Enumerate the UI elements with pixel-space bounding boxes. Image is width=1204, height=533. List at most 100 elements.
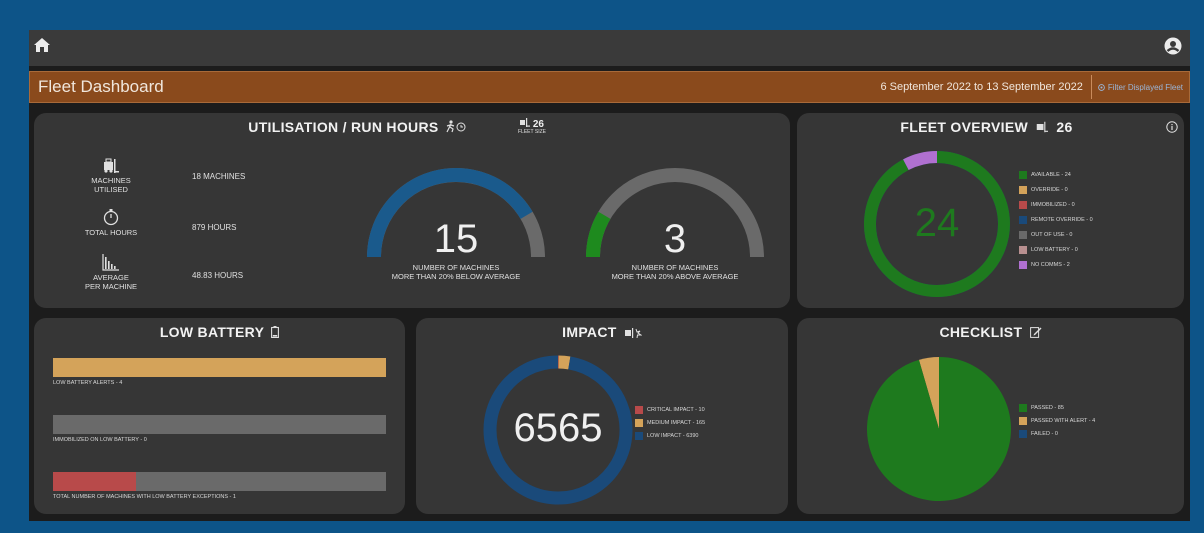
filter-icon — [1098, 83, 1105, 91]
user-account-icon[interactable] — [1164, 37, 1182, 60]
fleet-overview-legend-swatch — [1019, 201, 1027, 209]
fleet-overview-legend-label: IMMOBILIZED - 0 — [1031, 202, 1075, 208]
above-average-gauge-fill — [586, 211, 611, 258]
checklist-title: CHECKLIST — [797, 324, 1184, 340]
fleet-overview-legend-swatch — [1019, 186, 1027, 194]
impact-total: 6565 — [513, 406, 603, 450]
checklist-legend-item: PASSED WITH ALERT - 4 — [1019, 417, 1095, 425]
checklist-legend-swatch — [1019, 417, 1027, 425]
filter-fleet-label: Filter Displayed Fleet — [1107, 82, 1183, 92]
fleet-overview-title: FLEET OVERVIEW 26 — [789, 119, 1184, 135]
low-battery-alerts-fill — [53, 358, 386, 377]
info-icon[interactable] — [1166, 120, 1178, 138]
battery-icon — [271, 326, 280, 339]
checklist-legend-label: FAILED - 0 — [1031, 431, 1058, 437]
fleet-overview-legend-item: LOW BATTERY - 0 — [1019, 246, 1078, 254]
utilisation-panel: UTILISATION / RUN HOURS 26 FLEET SIZE MA… — [34, 113, 790, 308]
impact-icon — [624, 328, 643, 339]
filter-fleet-button[interactable]: Filter Displayed Fleet — [1098, 83, 1183, 92]
forklift-icon — [1036, 121, 1049, 133]
forklift-icon — [104, 158, 119, 173]
fleet-overview-legend-label: OVERRIDE - 0 — [1031, 187, 1068, 193]
fleet-overview-legend-swatch — [1019, 246, 1027, 254]
impact-legend-label: MEDIUM IMPACT - 165 — [647, 420, 706, 426]
above-average-caption-1: NUMBER OF MACHINES — [631, 263, 719, 272]
low-battery-exceptions-bar — [53, 472, 386, 491]
fleet-overview-legend-item: AVAILABLE - 24 — [1019, 171, 1071, 179]
impact-legend-item: LOW IMPACT - 6390 — [635, 432, 698, 440]
above-average-caption-2: MORE THAN 20% ABOVE AVERAGE — [611, 272, 739, 281]
total-hours-value: 879 HOURS — [192, 223, 237, 232]
fleet-size-label: FLEET SIZE — [518, 129, 546, 135]
forklift-icon — [520, 118, 531, 127]
page-title: Fleet Dashboard — [38, 77, 164, 96]
utilisation-title: UTILISATION / RUN HOURS — [0, 119, 790, 135]
fleet-overview-legend-item: IMMOBILIZED - 0 — [1019, 201, 1075, 209]
checklist-legend-item: PASSED - 85 — [1019, 404, 1064, 412]
fleet-overview-legend-item: NO COMMS - 2 — [1019, 261, 1070, 269]
page-title-bar: Fleet Dashboard 6 September 2022 to 13 S… — [29, 71, 1190, 103]
impact-legend-label: CRITICAL IMPACT - 10 — [647, 407, 705, 413]
immobilized-low-battery-label: IMMOBILIZED ON LOW BATTERY - 0 — [53, 437, 147, 443]
impact-legend-item: MEDIUM IMPACT - 165 — [635, 419, 705, 427]
average-value: 48.83 HOURS — [192, 271, 244, 280]
average-label-2: PER MACHINE — [84, 282, 138, 291]
utilisation-title-text: UTILISATION / RUN HOURS — [248, 119, 439, 135]
checklist-title-text: CHECKLIST — [939, 324, 1023, 340]
fleet-available-count: 24 — [914, 201, 960, 245]
low-battery-alerts-label: LOW BATTERY ALERTS - 4 — [53, 380, 123, 386]
machines-utilised-label-1: MACHINES — [91, 176, 131, 185]
impact-title-text: IMPACT — [562, 324, 617, 340]
impact-legend-swatch — [635, 419, 643, 427]
below-average-caption-1: NUMBER OF MACHINES — [412, 263, 500, 272]
average-per-machine-stat: AVERAGE PER MACHINE — [76, 253, 146, 291]
fleet-overview-count: 26 — [1056, 119, 1073, 135]
run-hours-icon — [446, 120, 466, 133]
fleet-overview-legend-swatch — [1019, 261, 1027, 269]
low-battery-alerts-bar — [53, 358, 386, 377]
checklist-legend-swatch — [1019, 430, 1027, 438]
checklist-pie — [866, 357, 1011, 501]
above-average-caption: NUMBER OF MACHINES MORE THAN 20% ABOVE A… — [595, 263, 755, 281]
low-battery-exceptions-label: TOTAL NUMBER OF MACHINES WITH LOW BATTER… — [53, 494, 236, 500]
low-battery-title-text: LOW BATTERY — [159, 324, 264, 340]
impact-legend-swatch — [635, 432, 643, 440]
below-average-caption-2: MORE THAN 20% BELOW AVERAGE — [391, 272, 521, 281]
fleet-overview-segment-1 — [903, 151, 938, 171]
stopwatch-icon — [103, 209, 119, 226]
machines-utilised-label-2: UTILISED — [94, 185, 128, 194]
impact-legend-swatch — [635, 406, 643, 414]
fleet-overview-legend-item: OVERRIDE - 0 — [1019, 186, 1068, 194]
fleet-overview-legend-label: AVAILABLE - 24 — [1031, 172, 1071, 178]
date-range: 6 September 2022 to 13 September 2022 — [880, 81, 1083, 93]
impact-legend-item: CRITICAL IMPACT - 10 — [635, 406, 705, 414]
fleet-overview-legend-label: REMOTE OVERRIDE - 0 — [1031, 217, 1093, 223]
fleet-overview-legend-label: LOW BATTERY - 0 — [1031, 247, 1078, 253]
fleet-overview-legend-item: REMOTE OVERRIDE - 0 — [1019, 216, 1093, 224]
fleet-size-badge: 26 FLEET SIZE — [518, 118, 546, 135]
fleet-overview-title-text: FLEET OVERVIEW — [900, 119, 1029, 135]
fleet-overview-legend-swatch — [1019, 216, 1027, 224]
above-average-count: 3 — [663, 217, 687, 261]
fleet-overview-legend-item: OUT OF USE - 0 — [1019, 231, 1072, 239]
fleet-overview-panel: FLEET OVERVIEW 26 24 AVAILABLE - 24 OVERR… — [797, 113, 1184, 308]
total-hours-label: TOTAL HOURS — [84, 228, 138, 237]
machines-utilised-stat: MACHINES UTILISED — [83, 158, 139, 194]
impact-panel: IMPACT 6565 CRITICAL IMPACT - 10 MEDIUM I… — [416, 318, 788, 514]
checklist-panel: CHECKLIST PASSED - 85 PASSED WITH ALERT -… — [797, 318, 1184, 514]
bar-chart-icon — [102, 254, 119, 271]
checklist-legend-swatch — [1019, 404, 1027, 412]
fleet-overview-legend-label: OUT OF USE - 0 — [1031, 232, 1073, 238]
immobilized-low-battery-bar — [53, 415, 386, 434]
total-hours-stat: TOTAL HOURS — [79, 208, 143, 237]
machines-utilised-value: 18 MACHINES — [192, 172, 246, 181]
checklist-legend-label: PASSED WITH ALERT - 4 — [1031, 418, 1096, 424]
home-icon[interactable] — [33, 37, 51, 58]
edit-checklist-icon — [1029, 327, 1041, 338]
title-divider — [1090, 75, 1092, 99]
impact-legend-label: LOW IMPACT - 6390 — [647, 433, 699, 439]
below-average-count: 15 — [433, 217, 479, 261]
low-battery-exceptions-fill — [53, 472, 137, 491]
low-battery-panel: LOW BATTERY LOW BATTERY ALERTS - 4 IMMOB… — [34, 318, 405, 514]
impact-title: IMPACT — [416, 324, 788, 340]
